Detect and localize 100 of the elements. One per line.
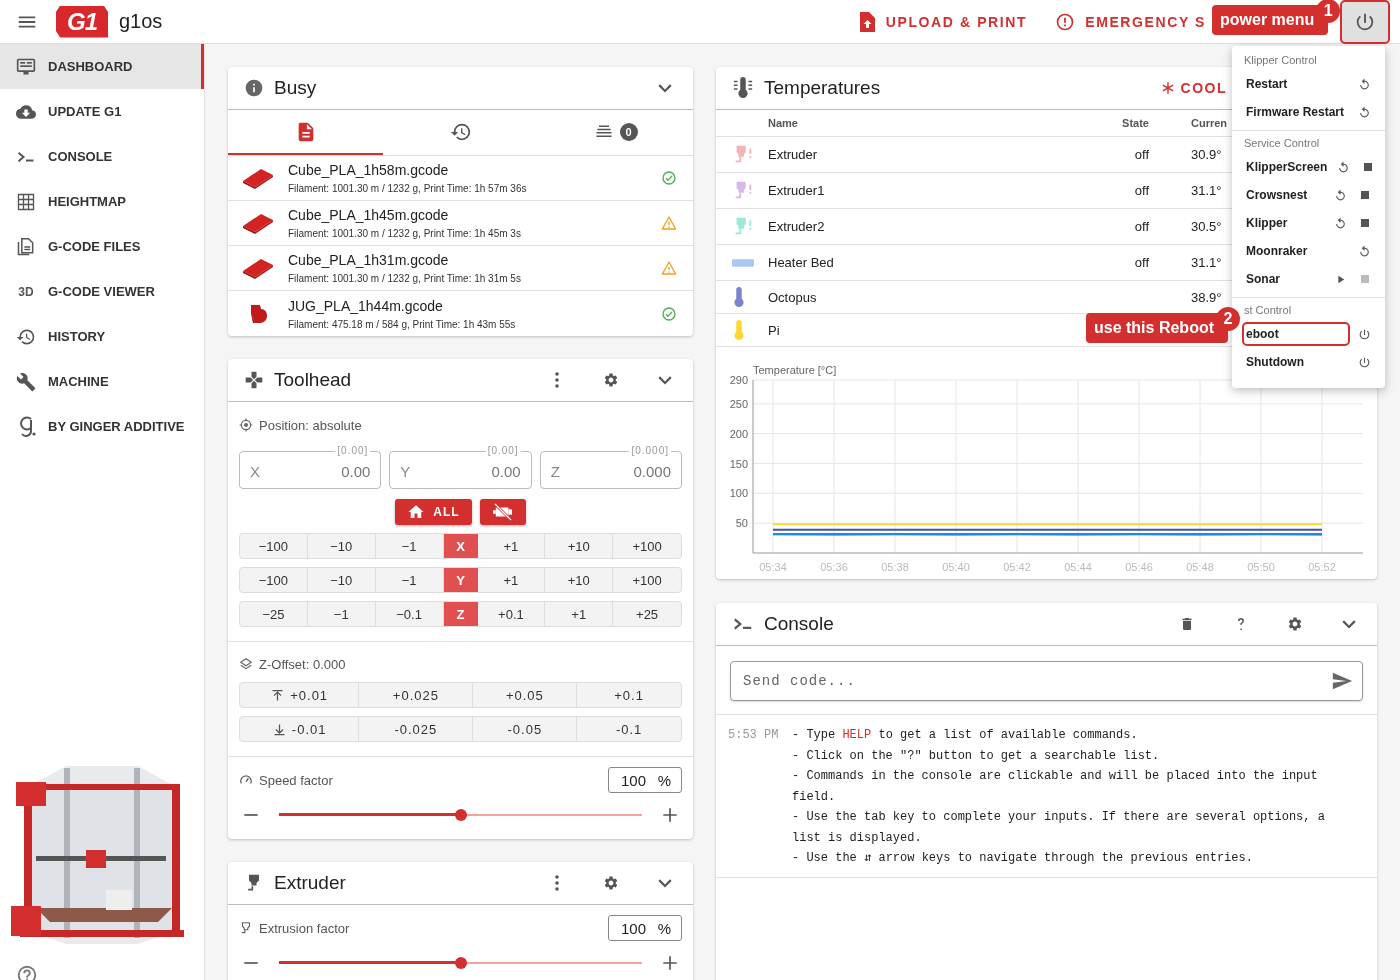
z-offset-button[interactable]: +0.1 — [577, 683, 681, 707]
jog-button[interactable]: −1 — [375, 568, 444, 592]
restart-icon[interactable] — [1334, 216, 1347, 230]
z-offset-button[interactable]: +0.01 — [240, 683, 360, 707]
tick-label: 200 — [729, 427, 748, 440]
sidebar-item[interactable]: 3D G-CODE VIEWER — [0, 269, 204, 314]
power-icon[interactable] — [1358, 355, 1371, 369]
jog-button[interactable]: −10 — [307, 568, 376, 592]
restart-icon[interactable] — [1337, 160, 1351, 174]
factor-field[interactable]: 100 % — [608, 915, 682, 941]
menu-item[interactable]: Shutdown — [1242, 350, 1350, 374]
sidebar-item[interactable]: CONSOLE — [0, 134, 204, 179]
z-offset-button[interactable]: +0.025 — [359, 683, 474, 707]
menu-item[interactable]: Moonraker — [1242, 239, 1350, 263]
position-field[interactable]: [0.00] X 0.00 — [239, 445, 382, 489]
jog-button[interactable]: −0.1 — [375, 602, 444, 626]
heater-name[interactable]: Heater Bed — [768, 255, 1069, 270]
slab-icon — [242, 212, 274, 234]
sidebar-item[interactable]: DASHBOARD — [0, 44, 204, 89]
jog-button[interactable]: +0.1 — [477, 602, 546, 626]
menu-item[interactable]: Restart — [1242, 72, 1350, 96]
column-header: Curren — [1190, 117, 1229, 129]
menu-item[interactable]: eboot — [1242, 322, 1350, 346]
file-name[interactable]: Cube_PLA_1h58m.gcode — [288, 162, 661, 178]
speed-slider[interactable] — [279, 808, 642, 822]
jog-button[interactable]: −100 — [240, 568, 308, 592]
menu-item[interactable]: KlipperScreen — [1242, 155, 1330, 179]
restart-icon[interactable] — [1358, 244, 1371, 258]
stop-icon[interactable] — [1364, 163, 1373, 171]
jog-button[interactable]: +10 — [545, 568, 614, 592]
nozzle-icon — [239, 921, 253, 935]
jog-button[interactable]: −1 — [375, 534, 444, 558]
restart-icon[interactable] — [1334, 188, 1347, 202]
jog-button[interactable]: +10 — [545, 534, 614, 558]
power-button[interactable] — [1340, 0, 1390, 44]
axis-home-button[interactable]: Y — [443, 568, 478, 592]
z-offset-button[interactable]: -0.05 — [473, 717, 578, 741]
jog-button[interactable]: −1 — [307, 602, 376, 626]
restart-icon[interactable] — [1358, 105, 1371, 119]
jog-button[interactable]: +1 — [477, 568, 546, 592]
sidebar-item[interactable]: HEIGHTMAP — [0, 179, 204, 224]
file-name[interactable]: Cube_PLA_1h31m.gcode — [288, 252, 661, 268]
chevron-down-icon — [1342, 619, 1356, 629]
jog-button[interactable]: +100 — [613, 534, 681, 558]
file-name[interactable]: JUG_PLA_1h44m.gcode — [288, 297, 661, 314]
jog-button[interactable]: −100 — [240, 534, 308, 558]
plus-icon[interactable] — [660, 953, 680, 973]
extrusion-slider[interactable] — [279, 956, 642, 970]
jog-button[interactable]: +100 — [613, 568, 681, 592]
home-icon — [407, 503, 426, 521]
position-field[interactable]: [0.00] Y 0.00 — [389, 445, 532, 489]
grid-icon — [16, 191, 36, 212]
send-icon[interactable] — [1331, 670, 1353, 692]
z-offset-button[interactable]: +0.05 — [473, 683, 578, 707]
axis-home-button[interactable]: Z — [443, 602, 478, 626]
sidebar-item[interactable]: G-CODE FILES — [0, 224, 204, 269]
slider-thumb[interactable] — [454, 957, 467, 969]
tab[interactable]: 0 — [538, 110, 693, 155]
axis-home-button[interactable]: X — [443, 534, 478, 558]
upload-print-button[interactable]: UPLOAD & PRINT — [843, 3, 1042, 40]
jog-button[interactable]: −10 — [307, 534, 376, 558]
cooldown-button[interactable]: COOL — [1160, 80, 1227, 96]
jog-button[interactable]: +25 — [613, 602, 681, 626]
heater-name[interactable]: Extruder — [768, 147, 1069, 162]
menu-item[interactable]: Sonar — [1242, 267, 1326, 291]
help-icon[interactable] — [16, 964, 38, 980]
menu-item[interactable]: Crowsnest — [1242, 183, 1326, 207]
slider-thumb[interactable] — [454, 809, 467, 821]
jog-button[interactable]: +1 — [477, 534, 546, 558]
z-offset-button[interactable]: -0.01 — [240, 717, 360, 741]
motors-off-button[interactable] — [479, 499, 526, 525]
home-all-button[interactable]: ALL — [395, 499, 472, 525]
tick-label: 100 — [729, 487, 748, 500]
command-link[interactable]: HELP — [842, 728, 872, 742]
callout-text: power menu — [1220, 11, 1315, 29]
heater-name[interactable]: Pi — [768, 322, 1069, 338]
jog-button[interactable]: +1 — [545, 602, 614, 626]
menu-item[interactable]: Firmware Restart — [1242, 100, 1350, 124]
card-title: Toolhead — [274, 369, 352, 391]
z-offset-button[interactable]: -0.025 — [359, 717, 474, 741]
file-name[interactable]: Cube_PLA_1h45m.gcode — [288, 207, 661, 223]
power-icon[interactable] — [1358, 327, 1371, 341]
sidebar-item[interactable]: BY GINGER ADDITIVE — [0, 404, 204, 449]
restart-icon[interactable] — [1358, 77, 1371, 91]
sidebar-item[interactable]: HISTORY — [0, 314, 204, 359]
position-field[interactable]: [0.000] Z 0.000 — [539, 445, 682, 489]
factor-field[interactable]: 100 % — [608, 767, 682, 793]
jog-button[interactable]: −25 — [240, 602, 308, 626]
command-input[interactable]: Send code... — [730, 661, 1363, 701]
heater-name[interactable]: Extruder1 — [768, 183, 1069, 198]
sidebar-item[interactable]: UPDATE G1 — [0, 89, 204, 134]
emergency-stop-button[interactable]: EMERGENCY S — [1041, 3, 1206, 40]
settings-icon — [603, 372, 619, 388]
sidebar-item[interactable]: MACHINE — [0, 359, 204, 404]
current-temperature: 31.1° — [1191, 183, 1222, 198]
heater-name[interactable]: Extruder2 — [768, 219, 1069, 234]
heater-name[interactable]: Octopus — [768, 289, 1069, 305]
menu-item[interactable]: Klipper — [1242, 211, 1326, 235]
z-offset-button[interactable]: -0.1 — [577, 717, 681, 741]
plus-icon[interactable] — [660, 805, 680, 825]
